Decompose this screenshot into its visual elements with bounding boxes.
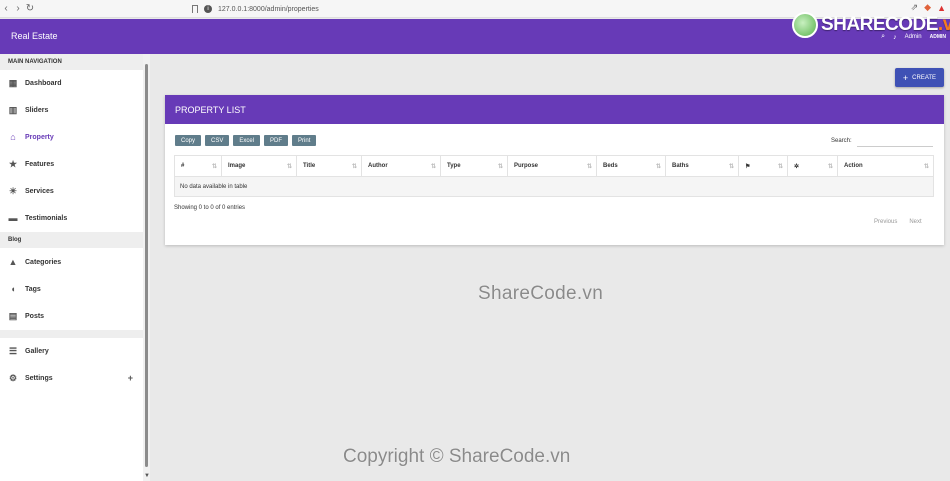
pdf-button[interactable]: PDF — [264, 135, 289, 146]
sidebar-item-tags[interactable]: ◖ Tags — [0, 279, 143, 299]
forward-icon[interactable]: › — [12, 2, 24, 16]
address-bar[interactable]: i 127.0.0.1:8000/admin/properties — [192, 2, 748, 16]
gear-icon: ⚙ — [8, 372, 18, 383]
column-header-type[interactable]: Type ⇅ — [440, 155, 508, 177]
sidebar-scroll-thumb[interactable] — [145, 64, 148, 467]
sidebar-item-label: Tags — [25, 285, 41, 293]
table-row: No data available in table — [174, 176, 934, 197]
table-header-row: # ⇅ Image ⇅ Title ⇅ Author ⇅ Type ⇅ Purpose ⇅ … — [174, 155, 934, 177]
pagination: Previous Next — [874, 219, 922, 225]
sharecode-logo: SHARECODE.vn — [792, 12, 950, 38]
search-label: Search: — [831, 138, 852, 144]
sidebar-item-dashboard[interactable]: ▦ Dashboard — [0, 73, 143, 93]
column-header-purpose[interactable]: Purpose ⇅ — [507, 155, 597, 177]
logo-text: SHARECODE.vn — [821, 14, 950, 35]
column-header-author[interactable]: Author ⇅ — [361, 155, 441, 177]
sidebar-item-label: Categories — [25, 258, 62, 266]
watermark-copyright: Copyright © ShareCode.vn — [343, 446, 571, 467]
sun-icon: ☀ — [8, 185, 18, 196]
sort-icon: ⇅ — [586, 164, 592, 170]
column-header-flag[interactable]: ⚑ ⇅ — [738, 155, 788, 177]
create-button[interactable]: + CREATE — [895, 68, 944, 87]
column-header-title[interactable]: Title ⇅ — [296, 155, 362, 177]
export-buttons: Copy CSV Excel PDF Print — [175, 135, 317, 146]
sidebar-item-label: Features — [25, 160, 55, 168]
reload-icon[interactable]: ↻ — [24, 2, 36, 16]
site-info-icon[interactable]: i — [204, 5, 212, 13]
sort-icon: ⇅ — [211, 164, 217, 170]
sidebar-divider — [0, 330, 143, 338]
home-icon: ⌂ — [10, 132, 16, 142]
watermark-center: ShareCode.vn — [478, 283, 604, 304]
next-button[interactable]: Next — [909, 219, 921, 225]
column-header-beds[interactable]: Beds ⇅ — [596, 155, 666, 177]
main-navigation-header: MAIN NAVIGATION — [0, 54, 143, 70]
sidebar-item-features[interactable]: ★ Features — [0, 154, 143, 174]
csv-button[interactable]: CSV — [205, 135, 230, 146]
sort-icon: ⇅ — [430, 164, 436, 170]
create-button-label: CREATE — [912, 74, 937, 81]
sort-icon: ⇅ — [497, 164, 503, 170]
sidebar-item-testimonials[interactable]: ▬ Testimonials — [0, 208, 143, 228]
column-header-baths[interactable]: Baths ⇅ — [665, 155, 739, 177]
table-info: Showing 0 to 0 of 0 entries — [174, 205, 246, 211]
back-icon[interactable]: ‹ — [0, 2, 12, 16]
column-header-action[interactable]: Action ⇅ — [837, 155, 934, 177]
sidebar-item-posts[interactable]: ▤ Posts — [0, 306, 143, 326]
category-icon: ▲ — [8, 257, 18, 267]
expand-plus-icon[interactable]: + — [128, 373, 133, 383]
url-text: 127.0.0.1:8000/admin/properties — [218, 5, 319, 13]
triangle-icon[interactable]: ▲ — [937, 3, 946, 13]
search-input[interactable] — [857, 134, 933, 147]
sidebar-item-label: Sliders — [25, 106, 49, 114]
sidebar-item-services[interactable]: ☀ Services — [0, 181, 143, 201]
posts-icon: ▤ — [8, 310, 18, 321]
sidebar-item-gallery[interactable]: ☰ Gallery — [0, 341, 143, 361]
property-table: # ⇅ Image ⇅ Title ⇅ Author ⇅ Type ⇅ Purpose ⇅ … — [174, 155, 934, 197]
sort-icon: ⇅ — [728, 164, 734, 170]
sidebar-item-settings[interactable]: ⚙ Settings + — [0, 368, 143, 388]
testimonial-icon: ▬ — [8, 213, 18, 223]
copy-button[interactable]: Copy — [175, 135, 202, 146]
sidebar-item-label: Posts — [25, 312, 45, 320]
excel-button[interactable]: Excel — [233, 135, 261, 146]
dashboard-icon: ▦ — [8, 77, 18, 88]
print-button[interactable]: Print — [292, 135, 317, 146]
gallery-icon: ☰ — [8, 345, 18, 356]
column-header-number[interactable]: # ⇅ — [174, 155, 222, 177]
sort-icon: ⇅ — [286, 164, 292, 170]
empty-table-message: No data available in table — [174, 176, 934, 197]
scroll-down-icon[interactable]: ▼ — [144, 473, 150, 479]
slider-icon: ▥ — [8, 104, 18, 115]
brand-title[interactable]: Real Estate — [11, 31, 58, 41]
sidebar-item-label: Services — [25, 187, 54, 195]
sidebar-item-categories[interactable]: ▲ Categories — [0, 252, 143, 272]
sidebar-item-label: Settings — [25, 374, 53, 382]
gear-icon: ✲ — [794, 163, 800, 170]
plus-icon: + — [902, 72, 909, 83]
logo-globe-icon — [792, 12, 818, 38]
sidebar-item-label: Gallery — [25, 347, 49, 355]
blog-header: Blog — [0, 232, 143, 248]
sidebar-item-label: Dashboard — [25, 79, 62, 87]
sidebar: MAIN NAVIGATION ▦ Dashboard ▥ Sliders ⌂ … — [0, 54, 150, 481]
tag-icon: ◖ — [10, 284, 16, 294]
sidebar-item-label: Testimonials — [25, 214, 68, 222]
sidebar-item-label: Property — [25, 133, 54, 141]
flag-icon: ⚑ — [745, 163, 751, 170]
sort-icon: ⇅ — [777, 164, 783, 170]
card-title: PROPERTY LIST — [165, 95, 944, 124]
bookmark-icon[interactable] — [192, 5, 198, 13]
sort-icon: ⇅ — [351, 164, 357, 170]
star-icon: ★ — [8, 158, 18, 169]
property-list-card: PROPERTY LIST Copy CSV Excel PDF Print S… — [165, 95, 944, 245]
sort-icon: ⇅ — [923, 164, 929, 170]
previous-button[interactable]: Previous — [874, 219, 897, 225]
column-header-image[interactable]: Image ⇅ — [221, 155, 297, 177]
column-header-gear[interactable]: ✲ ⇅ — [787, 155, 838, 177]
sidebar-item-property[interactable]: ⌂ Property — [0, 127, 143, 147]
sort-icon: ⇅ — [827, 164, 833, 170]
sort-icon: ⇅ — [655, 164, 661, 170]
sidebar-item-sliders[interactable]: ▥ Sliders — [0, 100, 143, 120]
